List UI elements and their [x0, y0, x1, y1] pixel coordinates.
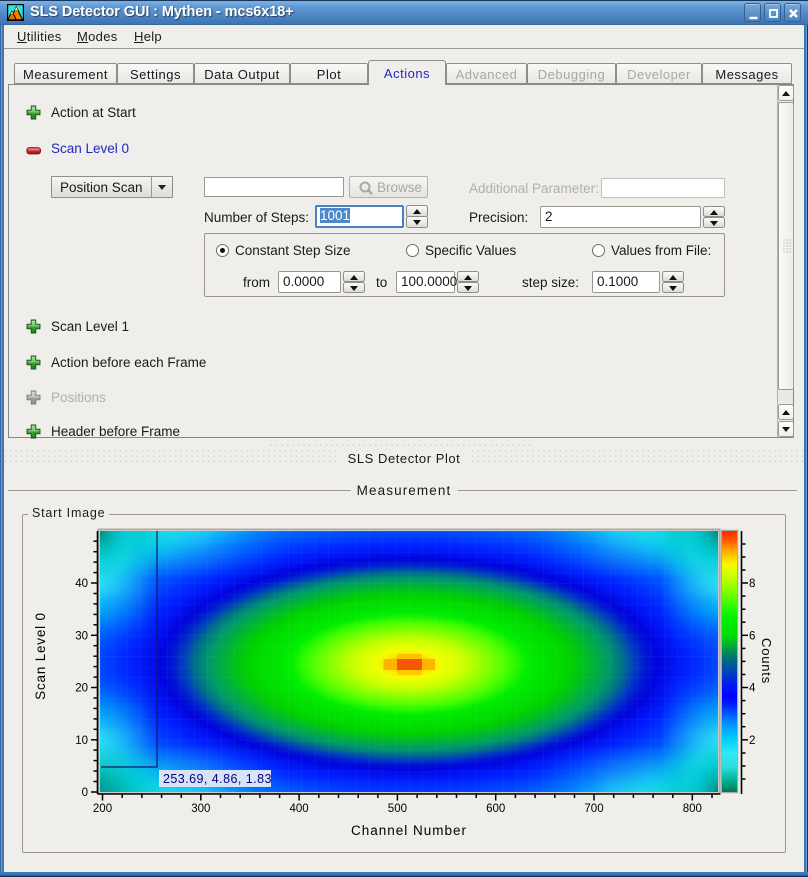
- svg-text:300: 300: [191, 803, 210, 815]
- svg-text:500: 500: [388, 803, 407, 815]
- svg-text:400: 400: [290, 803, 309, 815]
- svg-text:700: 700: [584, 803, 603, 815]
- svg-text:Scan Level 0: Scan Level 0: [33, 612, 48, 700]
- svg-text:600: 600: [486, 803, 505, 815]
- svg-text:30: 30: [75, 630, 88, 642]
- svg-text:8: 8: [749, 578, 755, 590]
- svg-text:4: 4: [749, 683, 756, 695]
- svg-text:Counts: Counts: [759, 638, 774, 684]
- svg-text:6: 6: [749, 630, 755, 642]
- svg-text:Channel Number: Channel Number: [351, 823, 467, 838]
- svg-text:253.69, 4.86, 1.83: 253.69, 4.86, 1.83: [163, 772, 272, 786]
- svg-text:0: 0: [82, 787, 88, 799]
- svg-text:200: 200: [93, 803, 112, 815]
- svg-text:20: 20: [75, 683, 88, 695]
- svg-text:800: 800: [683, 803, 702, 815]
- svg-text:2: 2: [749, 735, 755, 747]
- svg-text:10: 10: [75, 735, 88, 747]
- svg-text:40: 40: [75, 578, 88, 590]
